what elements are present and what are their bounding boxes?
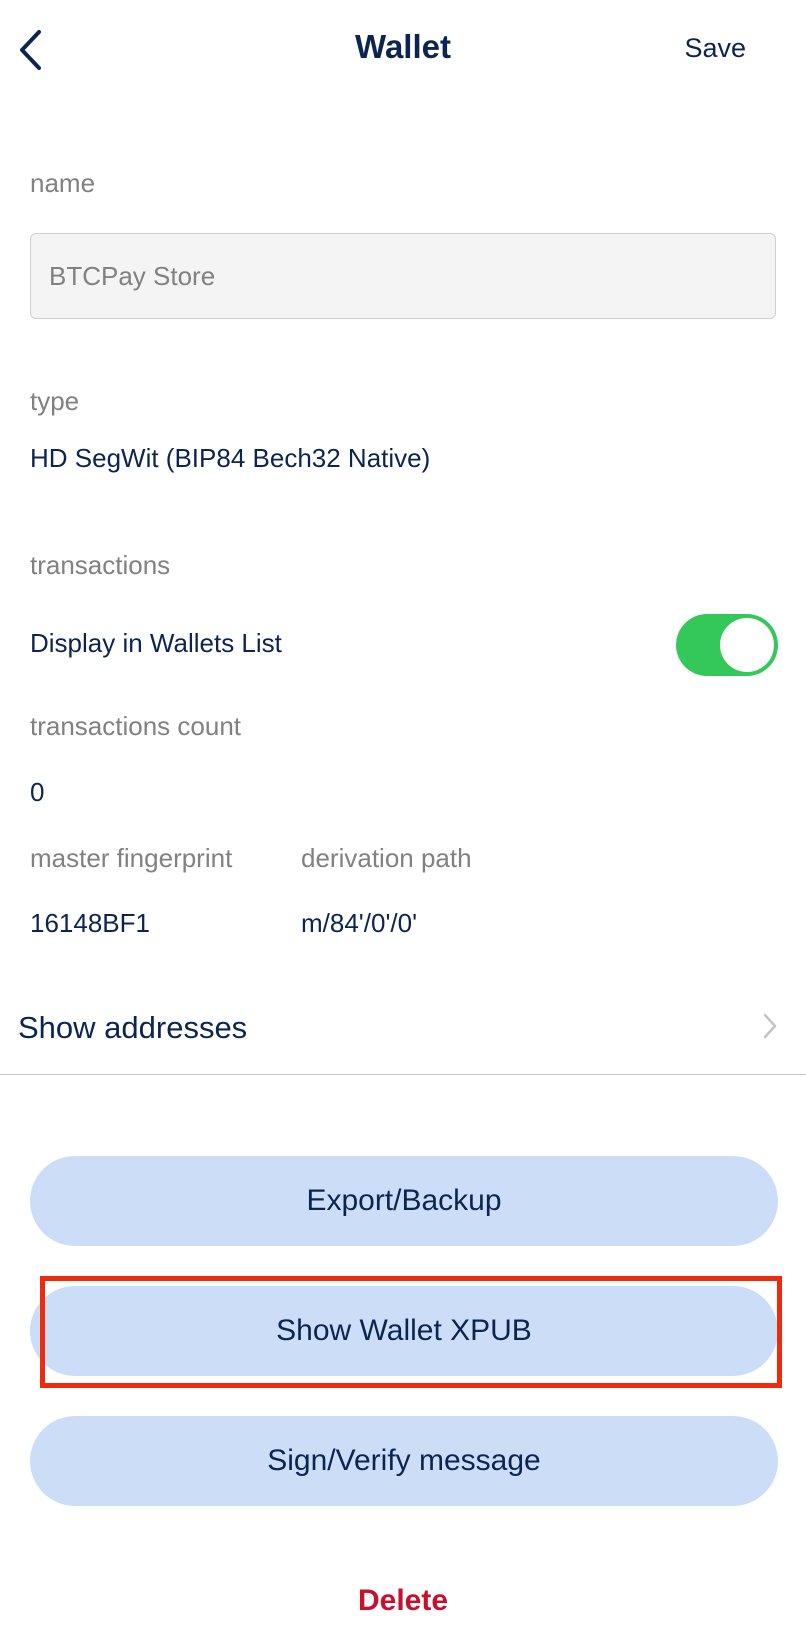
name-label: name [30,168,96,198]
save-button[interactable]: Save [684,33,746,64]
type-label: type [30,386,80,416]
navigation-header: Wallet Save [0,0,806,100]
transactions-count-value: 0 [30,777,45,807]
show-wallet-xpub-button[interactable]: Show Wallet XPUB [30,1286,778,1376]
sign-verify-message-button[interactable]: Sign/Verify message [30,1416,778,1506]
show-addresses-row[interactable]: Show addresses [0,990,806,1075]
transactions-count-label: transactions count [30,711,242,741]
export-backup-button[interactable]: Export/Backup [30,1156,778,1246]
show-addresses-label: Show addresses [18,1010,248,1045]
display-in-wallets-list-toggle[interactable] [676,614,778,676]
transactions-label: transactions [30,550,171,580]
display-in-wallets-list-label: Display in Wallets List [30,628,282,658]
master-fingerprint-value: 16148BF1 [30,908,150,938]
wallet-type-value: HD SegWit (BIP84 Bech32 Native) [30,443,431,473]
chevron-right-icon [763,1013,777,1039]
derivation-path-value: m/84'/0'/0' [301,908,418,938]
wallet-name-input[interactable] [30,233,776,319]
master-fingerprint-label: master fingerprint [30,843,233,873]
delete-button[interactable]: Delete [0,1584,806,1618]
toggle-knob [720,618,774,672]
derivation-path-label: derivation path [301,843,472,873]
